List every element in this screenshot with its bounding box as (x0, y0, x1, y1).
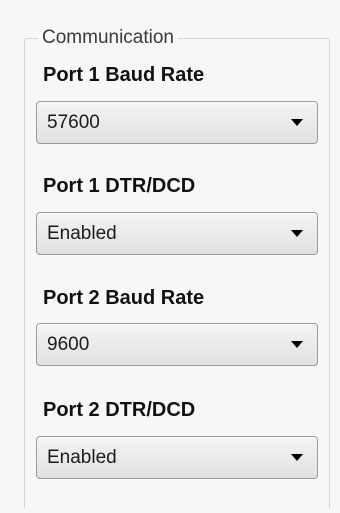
port2-baud-rate-value: 9600 (47, 334, 90, 355)
port2-dtr-dcd-value: Enabled (47, 447, 117, 468)
port1-dtr-dcd-select[interactable]: Enabled (36, 212, 318, 255)
port1-dtr-dcd-value: Enabled (47, 223, 117, 244)
chevron-down-icon (291, 454, 303, 461)
port2-baud-rate-label: Port 2 Baud Rate (43, 287, 205, 309)
port2-dtr-dcd-select[interactable]: Enabled (36, 436, 318, 479)
chevron-down-icon (291, 230, 303, 237)
chevron-down-icon (291, 119, 303, 126)
port1-baud-rate-label: Port 1 Baud Rate (43, 64, 205, 86)
port2-baud-rate-select[interactable]: 9600 (36, 323, 318, 366)
port2-dtr-dcd-label: Port 2 DTR/DCD (43, 399, 196, 421)
chevron-down-icon (291, 341, 303, 348)
groupbox-title: Communication (38, 27, 178, 49)
communication-panel: Communication Port 1 Baud Rate 57600 Por… (0, 0, 340, 513)
port1-dtr-dcd-label: Port 1 DTR/DCD (43, 175, 196, 197)
port1-baud-rate-select[interactable]: 57600 (36, 101, 318, 144)
port1-baud-rate-value: 57600 (47, 112, 100, 133)
